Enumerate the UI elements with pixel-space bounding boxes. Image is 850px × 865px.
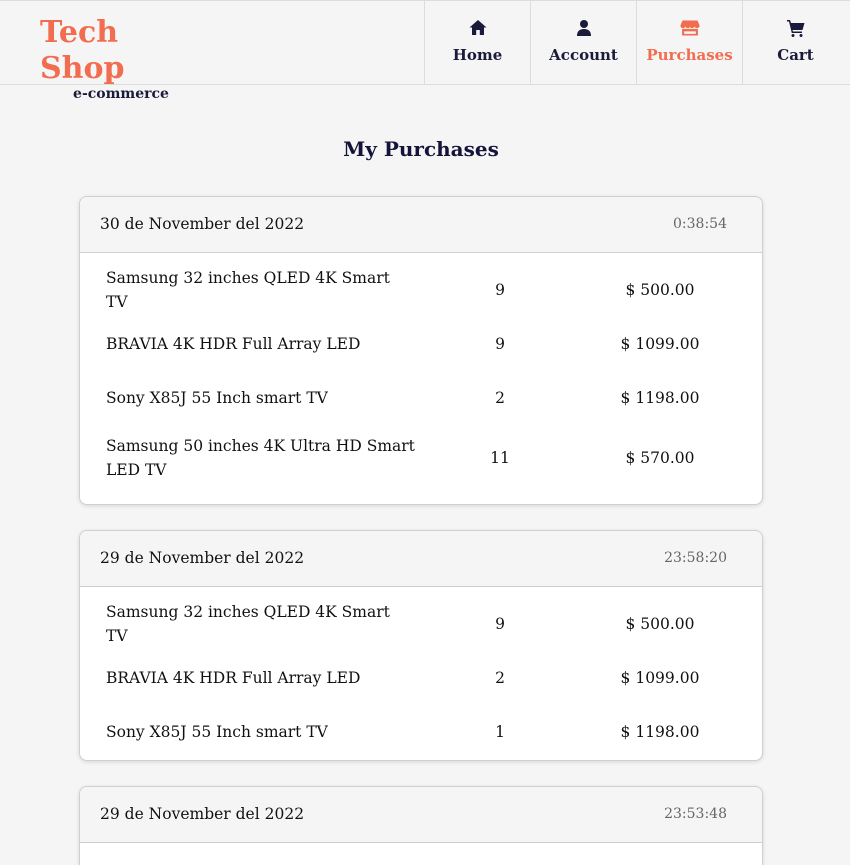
nav-label-home: Home <box>452 46 503 64</box>
item-name: Samsung 50 inches 4K Ultra HD Smart LED … <box>106 437 415 479</box>
brand-title: Tech Shop <box>40 15 125 86</box>
purchase-item-row: Sony X85J 55 Inch smart TV 2 $ 1198.00 <box>80 371 762 425</box>
item-name: BRAVIA 4K HDR Full Array LED <box>106 669 361 687</box>
item-quantity: 9 <box>495 335 505 353</box>
purchase-card: 30 de November del 2022 0:38:54 Samsung … <box>79 196 763 505</box>
item-quantity: 9 <box>495 615 505 633</box>
purchase-card-header: 30 de November del 2022 0:38:54 <box>80 197 762 253</box>
purchase-card-header: 29 de November del 2022 23:53:48 <box>80 787 762 843</box>
purchase-item-row: BRAVIA 4K HDR Full Array LED 2 $ 1099.00 <box>80 651 762 705</box>
nav-label-cart: Cart <box>777 46 814 64</box>
purchase-item-row: Samsung 32 inches QLED 4K Smart TV 9 $ 5… <box>80 597 762 651</box>
item-price: $ 1099.00 <box>620 669 700 687</box>
main-nav: Home Account Purchases Cart <box>424 1 848 85</box>
store-icon <box>679 20 700 36</box>
purchase-time: 23:53:48 <box>664 806 727 822</box>
purchase-date: 29 de November del 2022 <box>100 549 305 567</box>
brand-logo[interactable]: Tech Shop e-commerce <box>40 15 202 102</box>
item-price: $ 500.00 <box>625 615 695 633</box>
item-name: BRAVIA 4K HDR Full Array LED <box>106 335 361 353</box>
purchase-card: 29 de November del 2022 23:58:20 Samsung… <box>79 530 763 761</box>
purchase-item-row: BRAVIA 4K HDR Full Array LED 9 $ 1099.00 <box>80 317 762 371</box>
nav-item-home[interactable]: Home <box>424 1 530 85</box>
purchase-card: 29 de November del 2022 23:53:48 <box>79 786 763 865</box>
top-header: Tech Shop e-commerce Home Account Purcha… <box>0 0 850 102</box>
purchase-item-row: Samsung 32 inches QLED 4K Smart TV 9 $ 5… <box>80 263 762 317</box>
item-quantity: 9 <box>495 281 505 299</box>
cart-icon <box>786 20 804 37</box>
item-name: Sony X85J 55 Inch smart TV <box>106 389 328 407</box>
item-quantity: 1 <box>495 723 505 741</box>
nav-item-account[interactable]: Account <box>530 1 636 85</box>
item-quantity: 2 <box>495 389 505 407</box>
item-quantity: 11 <box>490 449 510 467</box>
purchase-time: 0:38:54 <box>673 216 727 232</box>
nav-label-purchases: Purchases <box>646 46 733 64</box>
item-price: $ 570.00 <box>625 449 695 467</box>
home-icon <box>469 20 486 35</box>
nav-item-purchases[interactable]: Purchases <box>636 1 742 85</box>
page-title: My Purchases <box>343 137 499 161</box>
user-icon <box>576 20 591 36</box>
purchase-item-row: Sony X85J 55 Inch smart TV 1 $ 1198.00 <box>80 705 762 759</box>
item-name: Samsung 32 inches QLED 4K Smart TV <box>106 269 390 311</box>
nav-label-account: Account <box>549 46 618 64</box>
item-price: $ 1198.00 <box>620 723 700 741</box>
purchase-date: 30 de November del 2022 <box>100 215 305 233</box>
brand-subtitle: e-commerce <box>73 86 169 102</box>
item-name: Samsung 32 inches QLED 4K Smart TV <box>106 603 390 645</box>
item-price: $ 1099.00 <box>620 335 700 353</box>
purchase-date: 29 de November del 2022 <box>100 805 305 823</box>
item-name: Sony X85J 55 Inch smart TV <box>106 723 328 741</box>
purchase-item-row: Samsung 50 inches 4K Ultra HD Smart LED … <box>80 425 762 491</box>
item-price: $ 500.00 <box>625 281 695 299</box>
purchase-time: 23:58:20 <box>664 550 727 566</box>
nav-item-cart[interactable]: Cart <box>742 1 848 85</box>
item-quantity: 2 <box>495 669 505 687</box>
item-price: $ 1198.00 <box>620 389 700 407</box>
purchase-card-header: 29 de November del 2022 23:58:20 <box>80 531 762 587</box>
